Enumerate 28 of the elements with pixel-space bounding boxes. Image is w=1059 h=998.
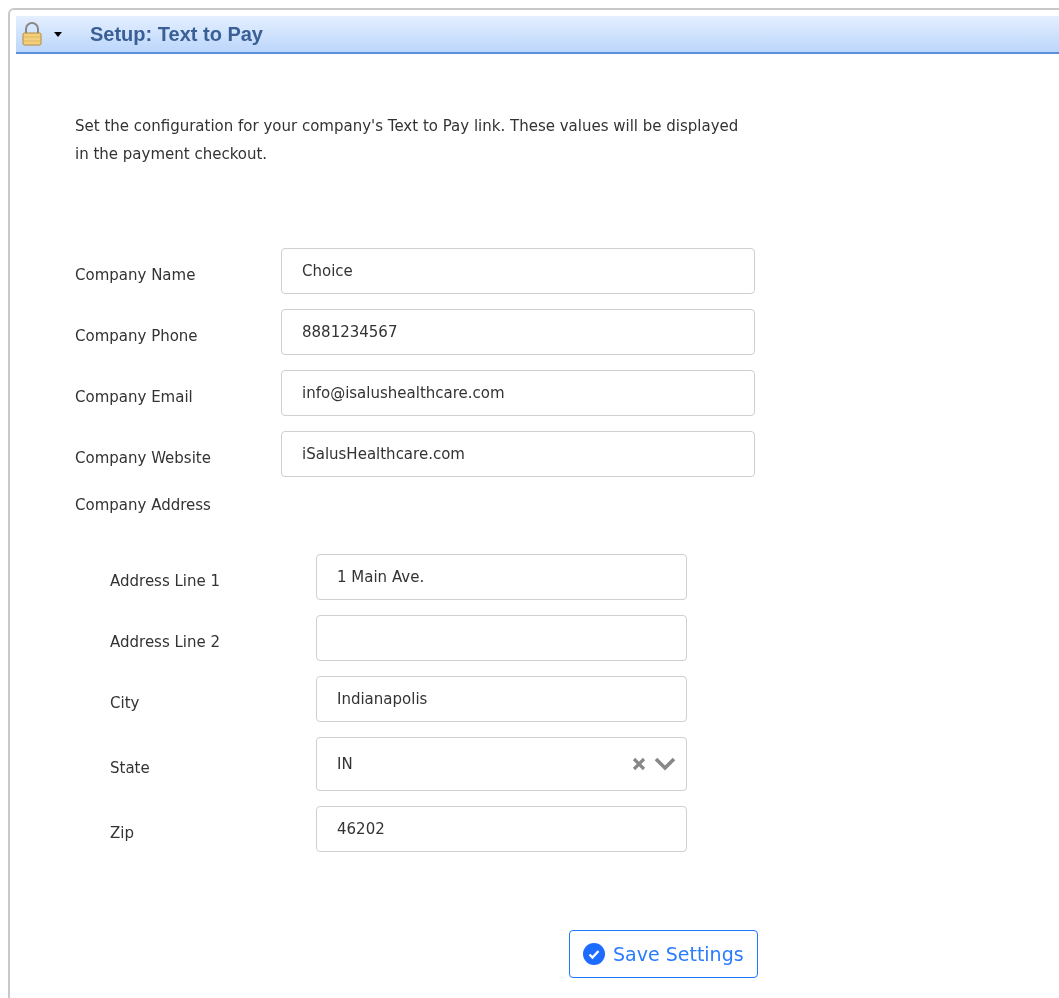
- field-label: Company Website: [75, 449, 212, 467]
- input-field[interactable]: info@isalushealthcare.com: [281, 370, 755, 416]
- input-field[interactable]: Choice: [281, 248, 755, 294]
- field-label: Company Email: [75, 388, 194, 406]
- check-circle-icon: [583, 943, 605, 965]
- section-label: Company Address: [75, 496, 211, 514]
- input-field[interactable]: [316, 615, 687, 661]
- input-field[interactable]: 8881234567: [281, 309, 755, 355]
- field-label: Address Line 2: [110, 633, 222, 651]
- select-value: IN: [337, 755, 354, 773]
- clear-icon[interactable]: [632, 757, 646, 771]
- input-field[interactable]: 1 Main Ave.: [316, 554, 687, 600]
- field-label: City: [110, 694, 141, 712]
- field-label: Address Line 1: [110, 572, 222, 590]
- field-label: Zip: [110, 824, 135, 842]
- description: Set the configuration for your company's Text to Pay link. These values will be displayed in the payment checkout.: [75, 116, 740, 165]
- padlock-icon[interactable]: [20, 22, 44, 46]
- input-field[interactable]: Indianapolis: [316, 676, 687, 722]
- field-label: Company Name: [75, 266, 197, 284]
- chevron-down-icon[interactable]: [654, 757, 676, 771]
- input-field[interactable]: iSalusHealthcare.com: [281, 431, 755, 477]
- caret-icon[interactable]: [54, 31, 62, 37]
- field-label: State: [110, 759, 151, 777]
- panel-title: Setup: Text to Pay: [90, 22, 263, 46]
- save-settings-button[interactable]: Save Settings: [569, 930, 758, 978]
- field-label: Company Phone: [75, 327, 199, 345]
- state-select[interactable]: IN: [316, 737, 687, 791]
- input-field[interactable]: 46202: [316, 806, 687, 852]
